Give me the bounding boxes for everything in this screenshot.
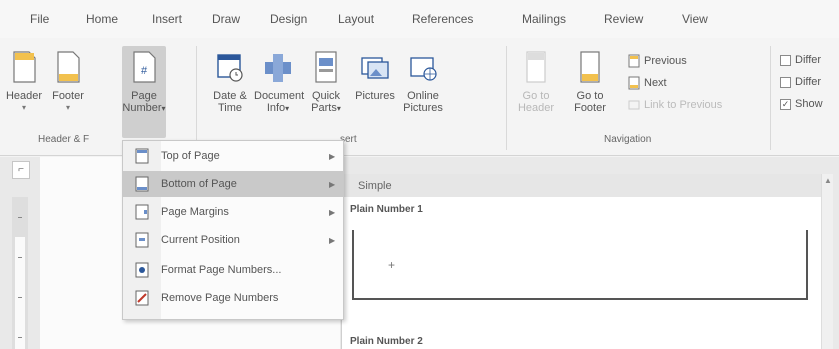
option-checkbox-2[interactable]: Differ (780, 76, 821, 88)
calendar-clock-icon (217, 54, 243, 82)
page-number-button[interactable]: # Page Number▾ (122, 46, 166, 138)
remove-page-numbers-icon (135, 290, 149, 306)
chevron-down-icon: ▾ (21, 103, 26, 112)
gallery-item-label: Plain Number 1 (350, 204, 423, 215)
page-bottom-icon (135, 176, 149, 192)
tab-references[interactable]: References (412, 12, 473, 26)
pictures-icon (361, 57, 389, 79)
go-to-header-icon (526, 51, 546, 83)
tab-mailings[interactable]: Mailings (522, 12, 566, 26)
ribbon-separator (196, 46, 197, 150)
menu-item-format-page-numbers[interactable]: Format Page Numbers... (123, 257, 343, 283)
ribbon-separator (770, 46, 771, 150)
cursor-mark: + (388, 258, 396, 272)
format-page-numbers-icon (135, 262, 149, 278)
page-number-menu: Top of Page ▶ Bottom of Page ▶ Page Marg… (122, 140, 344, 320)
page-top-icon (135, 148, 149, 164)
option-checkbox-3[interactable]: ✓ Show (780, 98, 823, 110)
date-time-button[interactable]: Date & Time (208, 46, 252, 138)
checkbox-checked[interactable]: ✓ (780, 98, 791, 110)
menu-item-current-position[interactable]: Current Position ▶ (123, 227, 343, 253)
chevron-right-icon: ▶ (329, 235, 336, 245)
menu-item-top-of-page[interactable]: Top of Page ▶ (123, 143, 343, 169)
current-position-icon (135, 232, 149, 248)
document-info-button[interactable]: Document Info▾ (254, 46, 304, 138)
gallery-category-header: Simple (342, 174, 833, 197)
gallery-scrollbar[interactable]: ▲ (821, 174, 833, 349)
vertical-ruler (12, 197, 28, 349)
next-section-icon (628, 76, 640, 90)
online-pictures-icon (410, 57, 437, 81)
chevron-down-icon: ▾ (65, 103, 70, 112)
chevron-down-icon: ▾ (336, 104, 341, 113)
menu-item-page-margins[interactable]: Page Margins ▶ (123, 199, 343, 225)
tab-design[interactable]: Design (270, 12, 307, 26)
tab-view[interactable]: View (682, 12, 708, 26)
previous-section-icon (628, 54, 640, 68)
gallery-item-plain-number-1[interactable]: + (352, 230, 808, 300)
gallery-item-label: Plain Number 2 (350, 336, 423, 347)
link-to-previous-button[interactable]: Link to Previous (628, 98, 722, 112)
page-margins-icon (135, 204, 149, 220)
menu-item-remove-page-numbers[interactable]: Remove Page Numbers (123, 285, 343, 311)
go-to-footer-button[interactable]: Go to Footer (568, 46, 612, 138)
link-icon (628, 100, 640, 110)
group-label-header-footer: Header & F (38, 134, 90, 145)
tab-layout[interactable]: Layout (338, 12, 374, 26)
quick-parts-button[interactable]: Quick Parts▾ (304, 46, 348, 138)
ruler-toggle-icon[interactable]: ⌐ (12, 161, 30, 179)
next-button[interactable]: Next (628, 76, 667, 90)
header-button[interactable]: Header ▾ (2, 46, 46, 138)
ribbon-tab-bar: File Home Insert Draw Design Layout Refe… (0, 0, 839, 38)
tab-home[interactable]: Home (86, 12, 118, 26)
tab-insert[interactable]: Insert (152, 12, 182, 26)
chevron-down-icon: ▾ (161, 104, 166, 113)
chevron-down-icon: ▾ (285, 104, 290, 113)
document-info-icon (265, 54, 291, 82)
go-to-header-button[interactable]: Go to Header (514, 46, 558, 138)
scroll-up-icon[interactable]: ▲ (824, 176, 832, 185)
footer-icon (57, 51, 80, 83)
ribbon-separator (506, 46, 507, 150)
quick-parts-icon (315, 51, 337, 83)
ribbon: Header ▾ Footer ▾ # Page Number▾ Header … (0, 38, 839, 156)
option-checkbox-1[interactable]: Differ (780, 54, 821, 66)
svg-text:#: # (141, 65, 148, 77)
chevron-right-icon: ▶ (329, 207, 336, 217)
page-number-icon: # (133, 51, 156, 83)
group-label-navigation: Navigation (604, 134, 652, 145)
header-icon (13, 51, 36, 83)
pictures-button[interactable]: Pictures (352, 46, 398, 138)
menu-item-bottom-of-page[interactable]: Bottom of Page ▶ (123, 171, 343, 197)
checkbox[interactable] (780, 76, 791, 88)
tab-file[interactable]: File (30, 12, 49, 26)
go-to-footer-icon (580, 51, 600, 83)
tab-draw[interactable]: Draw (212, 12, 240, 26)
page-number-gallery: Simple Plain Number 1 + Plain Number 2 ▲ (341, 174, 833, 349)
chevron-right-icon: ▶ (329, 151, 336, 161)
footer-button[interactable]: Footer ▾ (46, 46, 90, 138)
chevron-right-icon: ▶ (329, 179, 336, 189)
checkbox[interactable] (780, 54, 791, 66)
tab-review[interactable]: Review (604, 12, 643, 26)
online-pictures-button[interactable]: Online Pictures (400, 46, 446, 138)
previous-button[interactable]: Previous (628, 54, 687, 68)
